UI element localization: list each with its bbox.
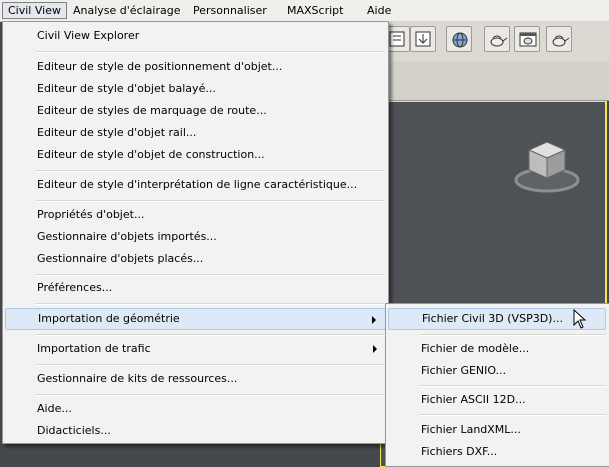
render-setup-button[interactable] — [446, 26, 472, 52]
menu-item-objets-places[interactable]: Gestionnaire d'objets placés... — [5, 248, 386, 270]
globe-grid-icon — [452, 32, 468, 48]
viewport-header — [380, 62, 609, 101]
submenu-arrow-icon — [373, 345, 377, 353]
render-production-button[interactable] — [546, 26, 572, 52]
menu-item-ligne-caracteristique[interactable]: Editeur de style d'interprétation de lig… — [5, 174, 386, 196]
civil-view-menu: Civil View Explorer Editeur de style de … — [2, 21, 389, 444]
menu-item-objet-construction[interactable]: Editeur de style d'objet de construction… — [5, 144, 386, 166]
menu-item-label: Importation de trafic — [37, 342, 151, 355]
menu-item-kits-ressources[interactable]: Gestionnaire de kits de ressources... — [5, 368, 386, 390]
separator — [35, 394, 384, 396]
separator — [419, 385, 606, 387]
menu-item-preferences[interactable]: Préférences... — [5, 277, 386, 299]
menu-item-marquage-route[interactable]: Editeur de styles de marquage de route..… — [5, 100, 386, 122]
submenu-item-landxml[interactable]: Fichier LandXML... — [388, 419, 606, 441]
menubar-analyse-eclairage[interactable]: Analyse d'éclairage — [68, 2, 186, 19]
viewcube-icon[interactable] — [513, 136, 581, 194]
menu-item-proprietes-objet[interactable]: Propriétés d'objet... — [5, 204, 386, 226]
menu-item-objet-rail[interactable]: Editeur de style d'objet rail... — [5, 122, 386, 144]
menu-item-civil-view-explorer[interactable]: Civil View Explorer — [5, 25, 386, 47]
main-toolbar — [380, 21, 609, 63]
separator — [419, 334, 606, 336]
separator — [35, 334, 384, 336]
material-editor-icon — [415, 31, 431, 47]
separator — [419, 414, 606, 416]
menubar-civil-view[interactable]: Civil View — [2, 2, 67, 19]
menu-bar: Civil View Analyse d'éclairage Personnal… — [0, 0, 609, 22]
teapot-render-icon — [552, 35, 570, 47]
submenu-item-modele[interactable]: Fichier de modèle... — [388, 338, 606, 360]
menu-item-aide[interactable]: Aide... — [5, 398, 386, 420]
submenu-item-ascii-12d[interactable]: Fichier ASCII 12D... — [388, 389, 606, 411]
separator — [35, 274, 384, 276]
menubar-personnaliser[interactable]: Personnaliser — [188, 2, 272, 19]
menu-item-didacticiels[interactable]: Didacticiels... — [5, 420, 386, 442]
submenu-item-dxf[interactable]: Fichiers DXF... — [388, 441, 606, 463]
render-frame-button[interactable] — [484, 26, 510, 52]
teapot-icon — [490, 35, 508, 47]
separator — [35, 51, 384, 53]
material-editor-button[interactable] — [410, 26, 436, 52]
menu-item-label: Importation de géométrie — [38, 312, 180, 325]
menu-item-objets-importes[interactable]: Gestionnaire d'objets importés... — [5, 226, 386, 248]
menu-item-objet-balaye[interactable]: Editeur de style d'objet balayé... — [5, 78, 386, 100]
separator — [35, 303, 384, 305]
separator — [35, 364, 384, 366]
separator — [35, 170, 384, 172]
menubar-aide[interactable]: Aide — [362, 2, 396, 19]
mouse-cursor-icon — [573, 309, 587, 329]
rendered-frame-window-button[interactable] — [514, 26, 540, 52]
submenu-item-genio[interactable]: Fichier GENIO... — [388, 360, 606, 382]
separator — [35, 200, 384, 202]
menu-item-positionnement[interactable]: Editeur de style de positionnement d'obj… — [5, 56, 386, 78]
submenu-arrow-icon — [372, 316, 376, 324]
schematic-icon — [389, 31, 405, 47]
menu-item-importation-geometrie[interactable]: Importation de géométrie — [5, 308, 386, 330]
menu-item-importation-trafic[interactable]: Importation de trafic — [5, 338, 386, 360]
frame-window-icon — [519, 32, 537, 47]
menubar-maxscript[interactable]: MAXScript — [282, 2, 348, 19]
